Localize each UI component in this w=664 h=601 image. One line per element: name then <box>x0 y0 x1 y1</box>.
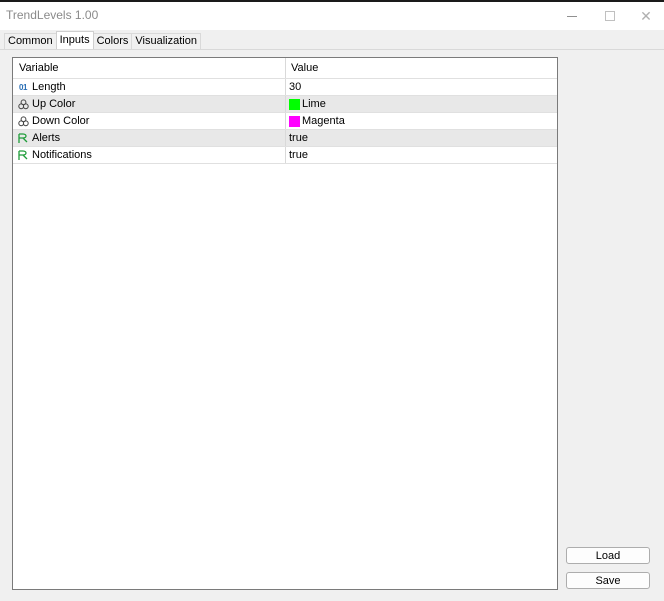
maximize-icon <box>605 11 615 21</box>
close-button[interactable]: ✕ <box>626 2 664 30</box>
close-icon: ✕ <box>640 7 652 24</box>
grid-header: Variable Value <box>13 58 557 79</box>
variable-cell: Notifications <box>13 147 286 163</box>
minimize-button[interactable] <box>552 2 592 30</box>
variable-cell: Up Color <box>13 96 286 112</box>
input-row-down-color[interactable]: Down Color Magenta <box>13 113 557 130</box>
value-cell[interactable]: true <box>286 130 557 146</box>
boolean-icon <box>17 149 29 161</box>
inputs-grid: Variable Value 01 Length 30 Up Color Lim… <box>12 57 558 590</box>
value-cell[interactable]: true <box>286 147 557 163</box>
color-icon <box>17 115 29 127</box>
minimize-icon <box>567 15 577 17</box>
dialog-window: TrendLevels 1.00 ✕ Common Inputs Colors … <box>0 0 664 601</box>
value-text[interactable]: true <box>289 132 308 144</box>
load-button[interactable]: Load <box>566 547 650 564</box>
column-header-value[interactable]: Value <box>286 58 557 78</box>
input-row-length[interactable]: 01 Length 30 <box>13 79 557 96</box>
value-text[interactable]: true <box>289 149 308 161</box>
tab-inputs[interactable]: Inputs <box>55 31 94 49</box>
value-text[interactable]: 30 <box>289 81 301 93</box>
value-cell[interactable]: 30 <box>286 79 557 95</box>
variable-name: Up Color <box>32 98 76 110</box>
value-cell[interactable]: Magenta <box>286 113 557 129</box>
color-icon <box>17 98 29 110</box>
variable-cell: Alerts <box>13 130 286 146</box>
variable-name: Notifications <box>32 149 92 161</box>
tab-common[interactable]: Common <box>4 33 57 49</box>
title-bar: TrendLevels 1.00 ✕ <box>0 0 664 30</box>
value-text[interactable]: Magenta <box>302 115 345 127</box>
value-cell[interactable]: Lime <box>286 96 557 112</box>
column-header-variable[interactable]: Variable <box>13 58 286 78</box>
variable-name: Down Color <box>32 115 90 127</box>
input-row-alerts[interactable]: Alerts true <box>13 130 557 147</box>
value-text[interactable]: Lime <box>302 98 326 110</box>
tab-colors[interactable]: Colors <box>92 33 133 49</box>
variable-cell: 01 Length <box>13 79 286 95</box>
input-row-up-color[interactable]: Up Color Lime <box>13 96 557 113</box>
tab-visualization[interactable]: Visualization <box>131 33 201 49</box>
tab-strip: Common Inputs Colors Visualization <box>4 31 201 49</box>
window-title: TrendLevels 1.00 <box>6 8 99 22</box>
boolean-icon <box>17 132 29 144</box>
color-swatch <box>289 115 300 127</box>
variable-name: Alerts <box>32 132 61 144</box>
maximize-button[interactable] <box>590 2 630 30</box>
color-swatch <box>289 98 300 110</box>
variable-cell: Down Color <box>13 113 286 129</box>
integer-icon: 01 <box>17 81 29 93</box>
input-row-notifications[interactable]: Notifications true <box>13 147 557 164</box>
integer-icon-text: 01 <box>19 82 27 92</box>
save-button[interactable]: Save <box>566 572 650 589</box>
variable-name: Length <box>32 81 66 93</box>
